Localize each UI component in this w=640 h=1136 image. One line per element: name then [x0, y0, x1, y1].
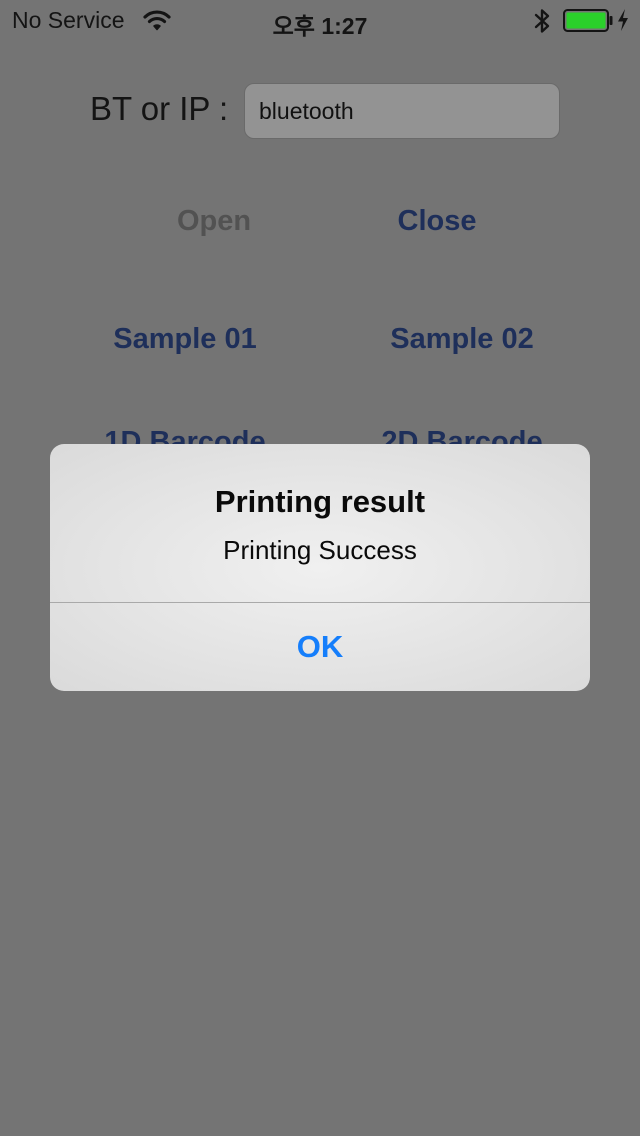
charging-icon [618, 9, 628, 31]
open-button[interactable]: Open [94, 205, 334, 238]
alert-dialog: OK [50, 444, 590, 691]
barcode-1d-button[interactable]: 1D Barcode [65, 422, 305, 444]
barcode-2d-button[interactable]: 2D Barcode [342, 422, 582, 444]
address-label: BT or IP : [90, 90, 229, 127]
bluetooth-icon [534, 9, 550, 33]
sample-02-button[interactable]: Sample 02 [342, 323, 582, 356]
battery-icon [563, 9, 613, 32]
alert-message: Printing Success [223, 535, 417, 565]
sample-01-button[interactable]: Sample 01 [65, 323, 305, 356]
battery-level-fill [566, 12, 606, 29]
close-button[interactable]: Close [317, 205, 557, 238]
alert-title: Printing result [214, 484, 426, 519]
address-input[interactable] [244, 83, 560, 139]
status-bar: No Service 오후 1:27 [0, 0, 640, 40]
alert-ok-button[interactable]: OK [50, 603, 590, 691]
